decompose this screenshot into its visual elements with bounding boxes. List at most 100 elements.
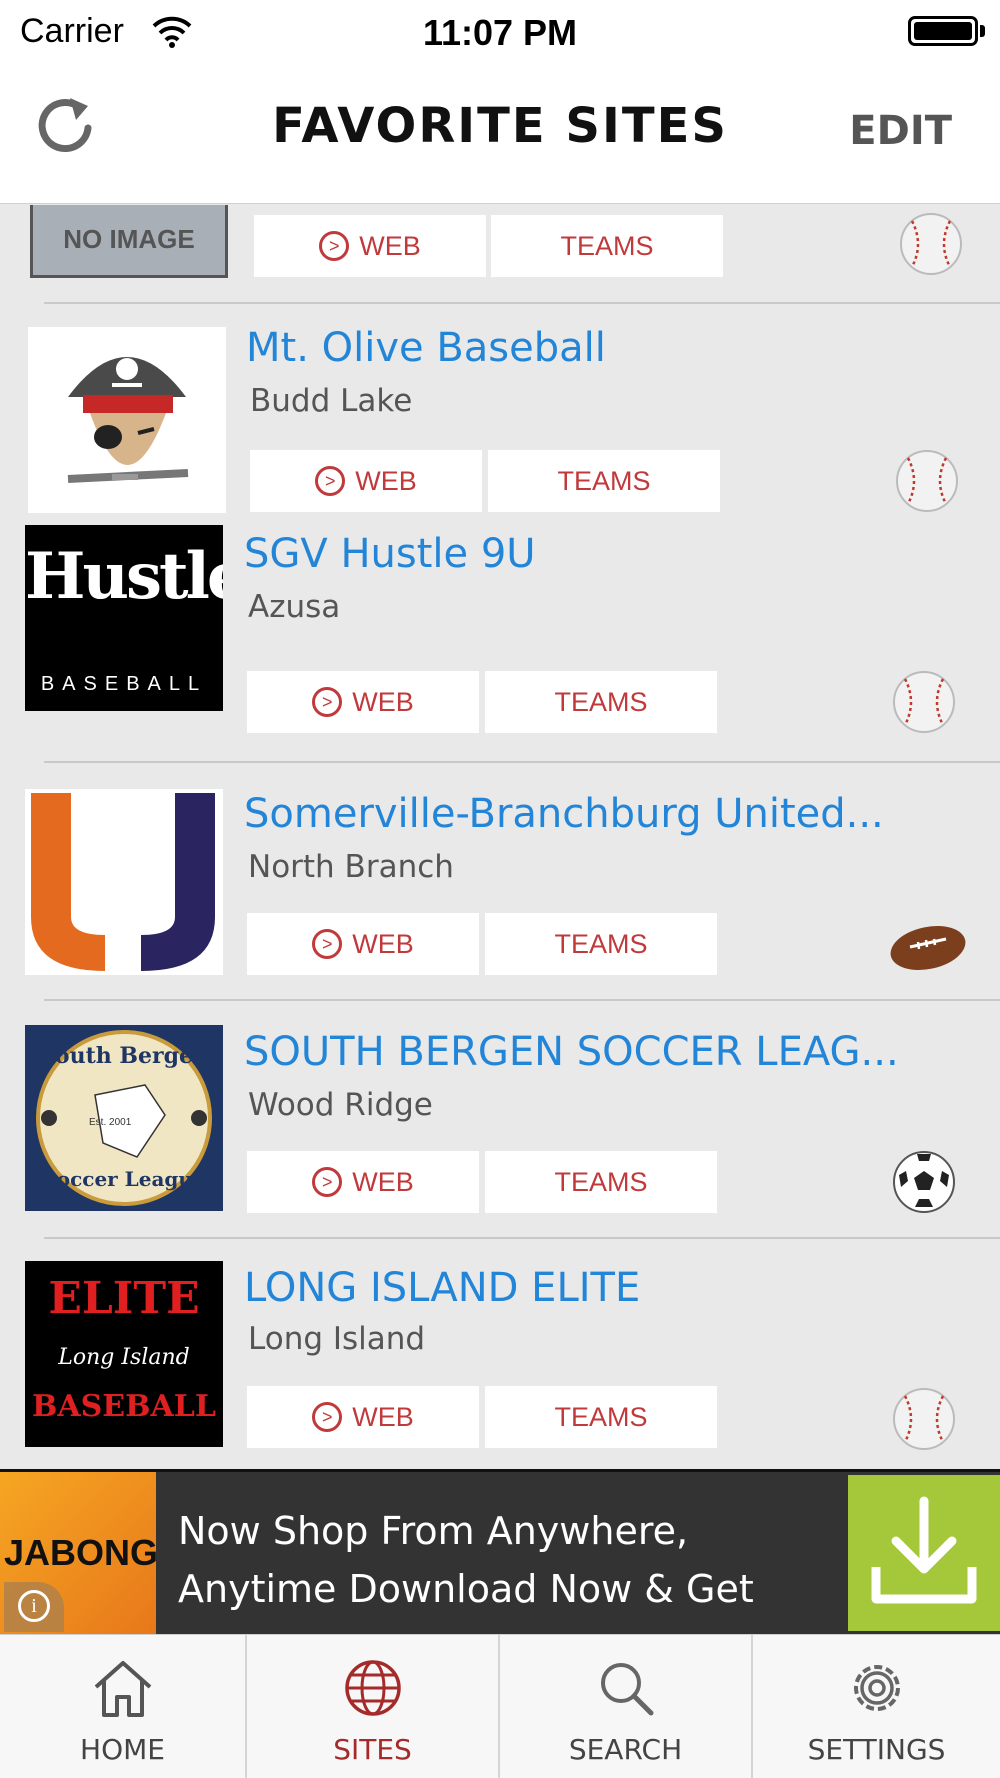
list-item[interactable]: South Bergen Est. 2001 Soccer League SOU… (0, 1003, 1000, 1239)
team-logo (25, 789, 223, 975)
site-location: North Branch (248, 849, 454, 885)
logo-subtext: BASEBALL (40, 673, 208, 695)
divider (44, 999, 1000, 1001)
teams-button-label: TEAMS (554, 686, 648, 717)
web-button[interactable]: > WEB (247, 1151, 479, 1213)
divider (44, 302, 1000, 304)
web-button-label: WEB (359, 230, 421, 261)
soccer-ball-icon (893, 1151, 955, 1213)
ad-brand-name: JABONG (4, 1532, 159, 1573)
site-name[interactable]: Mt. Olive Baseball (246, 325, 606, 371)
ad-line-1: Now Shop From Anywhere, (178, 1509, 689, 1553)
web-button[interactable]: > WEB (247, 1386, 479, 1448)
status-time: 11:07 PM (422, 12, 578, 53)
tab-label: SETTINGS (807, 1733, 946, 1766)
tab-search[interactable]: SEARCH (500, 1635, 753, 1778)
logo-est: Est. 2001 (89, 1117, 132, 1128)
team-logo: Hustle BASEBALL (25, 525, 223, 711)
ad-download-button[interactable] (848, 1475, 1000, 1631)
ad-banner[interactable]: JABONG i Now Shop From Anywhere, Anytime… (0, 1469, 1000, 1634)
chevron-right-icon: > (312, 1167, 343, 1197)
site-location: Budd Lake (250, 383, 413, 419)
screen: Carrier 11:07 PM FAVORITE SITES EDIT NO … (0, 0, 1000, 1778)
baseball-icon (893, 1388, 955, 1450)
status-bar: Carrier 11:07 PM (0, 0, 1000, 64)
teams-button-label: TEAMS (560, 230, 654, 261)
web-button-label: WEB (352, 1166, 414, 1197)
teams-button[interactable]: TEAMS (485, 671, 717, 733)
tab-settings[interactable]: SETTINGS (753, 1635, 1000, 1778)
info-icon: i (18, 1590, 50, 1622)
globe-icon (344, 1660, 401, 1716)
list-item[interactable]: Somerville-Branchburg United... North Br… (0, 765, 1000, 1001)
site-location: Long Island (248, 1321, 426, 1357)
logo-text-top: South Bergen (39, 1043, 209, 1069)
web-button[interactable]: > WEB (247, 913, 479, 975)
baseball-icon (900, 213, 962, 275)
chevron-right-icon: > (315, 466, 346, 496)
favorites-list[interactable]: NO IMAGE > WEB TEAMS Mt. Olive Baseball … (0, 205, 1000, 1469)
tab-bar: HOME SITES SEARCH SETTINGS (0, 1634, 1000, 1778)
battery-icon (908, 16, 978, 46)
team-logo (28, 327, 226, 513)
football-icon (890, 925, 966, 971)
teams-button[interactable]: TEAMS (491, 215, 723, 277)
list-item[interactable]: Hustle BASEBALL SGV Hustle 9U Azusa > WE… (0, 525, 1000, 763)
teams-button-label: TEAMS (554, 928, 648, 959)
search-icon (600, 1663, 653, 1716)
site-location: Wood Ridge (248, 1087, 433, 1123)
list-item[interactable]: ELITE Long Island BASEBALL LONG ISLAND E… (0, 1241, 1000, 1469)
logo-text: Hustle (25, 539, 223, 614)
ad-brand-logo: JABONG i (0, 1472, 159, 1634)
tab-home[interactable]: HOME (0, 1635, 247, 1778)
divider (44, 1237, 1000, 1239)
chevron-right-icon: > (312, 929, 343, 959)
site-name[interactable]: SOUTH BERGEN SOCCER LEAG... (244, 1029, 899, 1075)
divider (44, 761, 1000, 763)
teams-button[interactable]: TEAMS (485, 1386, 717, 1448)
nav-bar: FAVORITE SITES EDIT (0, 64, 1000, 204)
web-button[interactable]: > WEB (250, 450, 482, 512)
chevron-right-icon: > (312, 687, 343, 717)
logo-text-mid: Long Island (58, 1345, 190, 1370)
teams-button[interactable]: TEAMS (488, 450, 720, 512)
web-button-label: WEB (352, 1401, 414, 1432)
no-image-placeholder: NO IMAGE (30, 205, 228, 278)
site-name[interactable]: Somerville-Branchburg United... (244, 791, 884, 837)
web-button[interactable]: > WEB (247, 671, 479, 733)
site-location: Azusa (248, 589, 341, 625)
teams-button[interactable]: TEAMS (485, 1151, 717, 1213)
teams-button-label: TEAMS (554, 1401, 648, 1432)
web-button-label: WEB (352, 686, 414, 717)
teams-button-label: TEAMS (557, 465, 651, 496)
list-item[interactable]: Mt. Olive Baseball Budd Lake > WEB TEAMS (0, 305, 1000, 525)
logo-text-bottom: BASEBALL (32, 1389, 216, 1424)
web-button-label: WEB (355, 465, 417, 496)
ad-info-button[interactable]: i (4, 1582, 64, 1632)
pirate-logo-icon (67, 357, 189, 483)
battery-tip (980, 25, 985, 37)
team-logo: South Bergen Est. 2001 Soccer League (25, 1025, 223, 1211)
edit-button[interactable]: EDIT (849, 108, 952, 154)
united-logo-icon (31, 793, 215, 971)
tab-sites[interactable]: SITES (247, 1635, 500, 1778)
tab-label: HOME (80, 1733, 165, 1766)
logo-text-bottom: Soccer League (42, 1167, 206, 1191)
web-button[interactable]: > WEB (254, 215, 486, 277)
ad-text: Now Shop From Anywhere, Anytime Download… (178, 1502, 754, 1618)
tab-label: SEARCH (568, 1733, 683, 1766)
chevron-right-icon: > (319, 231, 350, 261)
logo-text-top: ELITE (48, 1273, 200, 1324)
site-name[interactable]: SGV Hustle 9U (244, 531, 536, 577)
teams-button-label: TEAMS (554, 1166, 648, 1197)
site-name[interactable]: LONG ISLAND ELITE (244, 1265, 640, 1311)
list-item: NO IMAGE > WEB TEAMS (0, 205, 1000, 305)
baseball-icon (896, 450, 958, 512)
gear-icon (853, 1665, 900, 1711)
ad-line-2: Anytime Download Now & Get (178, 1567, 754, 1611)
web-button-label: WEB (352, 928, 414, 959)
teams-button[interactable]: TEAMS (485, 913, 717, 975)
tab-label: SITES (333, 1733, 412, 1766)
home-icon (94, 1661, 151, 1717)
no-image-label: NO IMAGE (63, 224, 195, 254)
